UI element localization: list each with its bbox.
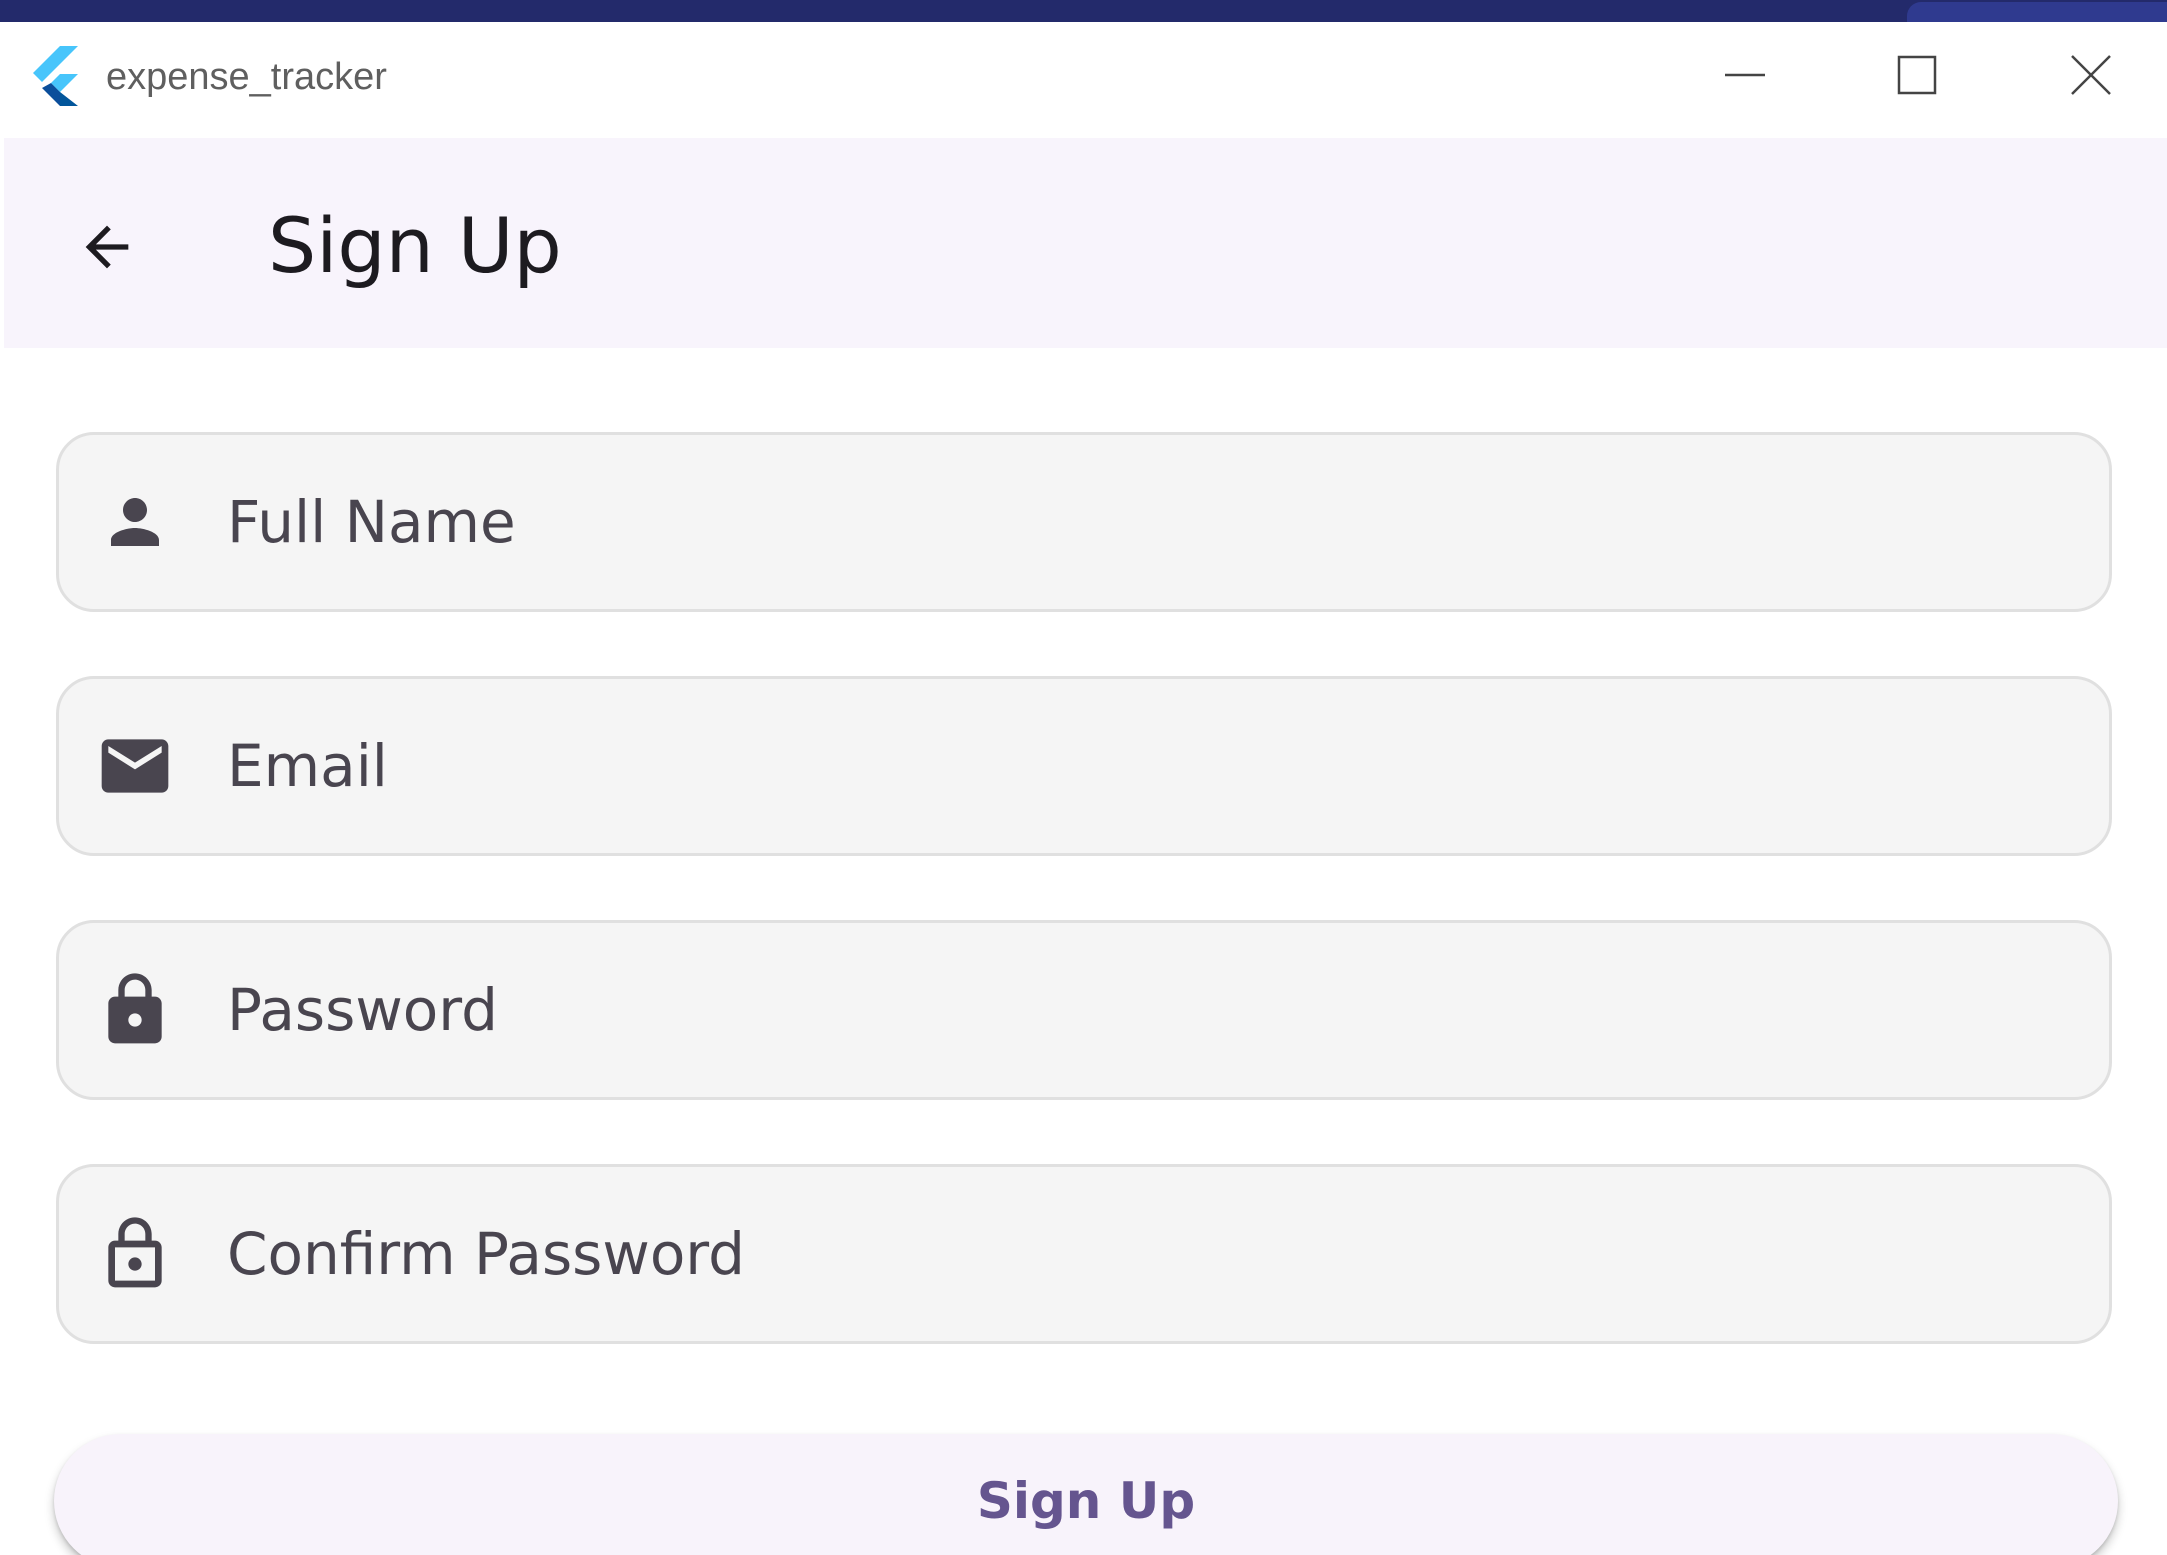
- lock-icon: [95, 970, 175, 1050]
- full-name-field[interactable]: [56, 432, 2112, 612]
- confirm-password-input[interactable]: [227, 1167, 2067, 1341]
- close-icon: [2071, 55, 2111, 95]
- full-name-input[interactable]: [227, 435, 2067, 609]
- window-titlebar[interactable]: expense_tracker: [4, 22, 2167, 138]
- arrow-back-icon: [85, 225, 129, 269]
- app-bar: Sign Up: [4, 138, 2167, 348]
- screen: expense_tracker Sign Up Full Name Email …: [0, 0, 2167, 1555]
- close-button[interactable]: [2031, 40, 2151, 110]
- confirm-password-field[interactable]: [56, 1164, 2112, 1344]
- email-input[interactable]: [227, 679, 2067, 853]
- password-field[interactable]: [56, 920, 2112, 1100]
- back-button[interactable]: [52, 192, 162, 302]
- email-field[interactable]: [56, 676, 2112, 856]
- maximize-icon: [1897, 55, 1937, 95]
- mail-icon: [95, 726, 175, 806]
- minimize-button[interactable]: [1685, 40, 1805, 110]
- taskbar-accent: [1907, 2, 2167, 22]
- lock-outline-icon: [95, 1214, 175, 1294]
- page-title: Sign Up: [268, 201, 562, 290]
- minimize-icon: [1725, 73, 1765, 77]
- taskbar-strip: [0, 0, 2167, 22]
- app-window: expense_tracker Sign Up Full Name Email …: [4, 22, 2167, 1555]
- password-input[interactable]: [227, 923, 2067, 1097]
- flutter-logo-icon: [33, 46, 78, 106]
- person-icon: [95, 482, 175, 562]
- sign-up-button[interactable]: Sign Up: [54, 1434, 2118, 1555]
- maximize-button[interactable]: [1857, 40, 1977, 110]
- window-title: expense_tracker: [106, 56, 387, 98]
